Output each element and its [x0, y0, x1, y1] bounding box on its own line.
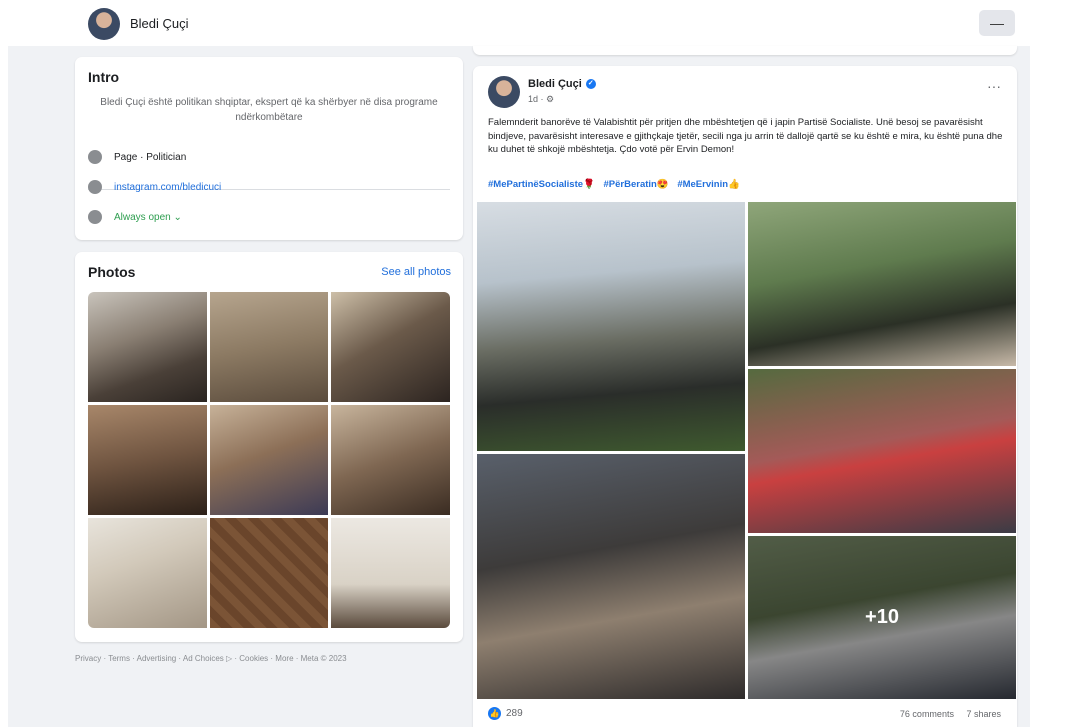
- instagram-row[interactable]: instagram.com/bledicuci: [88, 180, 221, 194]
- like-icon: 👍: [488, 707, 501, 720]
- shares-count[interactable]: 7 shares: [966, 709, 1001, 719]
- category-row: Page · Politician: [88, 150, 186, 164]
- photo-thumbnail[interactable]: [88, 292, 207, 402]
- photo-thumbnail[interactable]: [331, 405, 450, 515]
- hashtag-link[interactable]: #PërBeratin😍: [604, 179, 669, 190]
- post-photo[interactable]: [477, 202, 745, 451]
- photo-thumbnail[interactable]: [88, 405, 207, 515]
- more-photos-count[interactable]: +10: [748, 536, 1016, 699]
- instagram-link[interactable]: instagram.com/bledicuci: [114, 182, 221, 193]
- photo-thumbnail[interactable]: [209, 405, 329, 515]
- engagement-counts: 76 comments 7 shares: [890, 709, 1001, 719]
- verified-badge-icon: ✓: [585, 79, 596, 89]
- photo-thumbnail[interactable]: [331, 518, 450, 628]
- post-author[interactable]: Bledi Çuçi ✓: [528, 78, 596, 90]
- photo-thumbnail[interactable]: [209, 292, 329, 402]
- post-hashtags: #MePartinëSocialiste🌹 #PërBeratin😍 #MeEr…: [488, 179, 746, 190]
- reactions-count[interactable]: 289: [506, 708, 523, 719]
- post-photo-mosaic: +10: [477, 202, 1017, 699]
- hours-label[interactable]: Always open ⌄: [114, 212, 182, 223]
- post-photo[interactable]: [748, 369, 1016, 533]
- instagram-icon: [88, 180, 102, 194]
- post-author-name[interactable]: Bledi Çuçi: [528, 78, 582, 90]
- profile-avatar[interactable]: [88, 8, 120, 40]
- hours-row[interactable]: Always open ⌄: [88, 210, 182, 224]
- post-photo-more[interactable]: +10: [748, 536, 1016, 699]
- see-all-photos-link[interactable]: See all photos: [381, 266, 451, 278]
- previous-post-edge: [473, 46, 1017, 55]
- hashtag-link[interactable]: #MePartinëSocialiste🌹: [488, 179, 595, 190]
- more-options-button[interactable]: —: [979, 10, 1015, 36]
- photos-card: Photos See all photos: [75, 252, 463, 642]
- reactions-summary[interactable]: 👍 289: [488, 707, 523, 720]
- category-label: Page · Politician: [114, 151, 187, 163]
- photo-grid: [88, 292, 450, 628]
- footer-links[interactable]: Privacy · Terms · Advertising · Ad Choic…: [75, 654, 347, 663]
- post-options-button[interactable]: ···: [987, 78, 1001, 94]
- photo-thumbnail[interactable]: [88, 518, 207, 628]
- post-photo[interactable]: [748, 202, 1016, 366]
- comments-count[interactable]: 76 comments: [900, 709, 954, 719]
- info-icon: [88, 150, 102, 164]
- photos-title: Photos: [88, 264, 136, 280]
- post-timestamp[interactable]: 1d · ⚙: [528, 94, 554, 105]
- post-author-avatar[interactable]: [488, 76, 520, 108]
- intro-bio: Bledi Çuçi është politikan shqiptar, eks…: [100, 97, 438, 123]
- profile-name[interactable]: Bledi Çuçi: [130, 16, 189, 31]
- hashtag-link[interactable]: #MeErvinin👍: [677, 179, 740, 190]
- clock-icon: [88, 210, 102, 224]
- post-text: Falemnderit banorëve të Valabishtit për …: [488, 117, 1003, 155]
- photo-thumbnail[interactable]: [331, 292, 450, 402]
- photo-thumbnail[interactable]: [209, 518, 329, 628]
- top-bar: Bledi Çuçi —: [0, 0, 1088, 46]
- intro-title: Intro: [88, 69, 120, 85]
- post-photo[interactable]: [477, 454, 745, 699]
- post-card: Bledi Çuçi ✓ 1d · ⚙ ··· Falemnderit bano…: [473, 66, 1017, 727]
